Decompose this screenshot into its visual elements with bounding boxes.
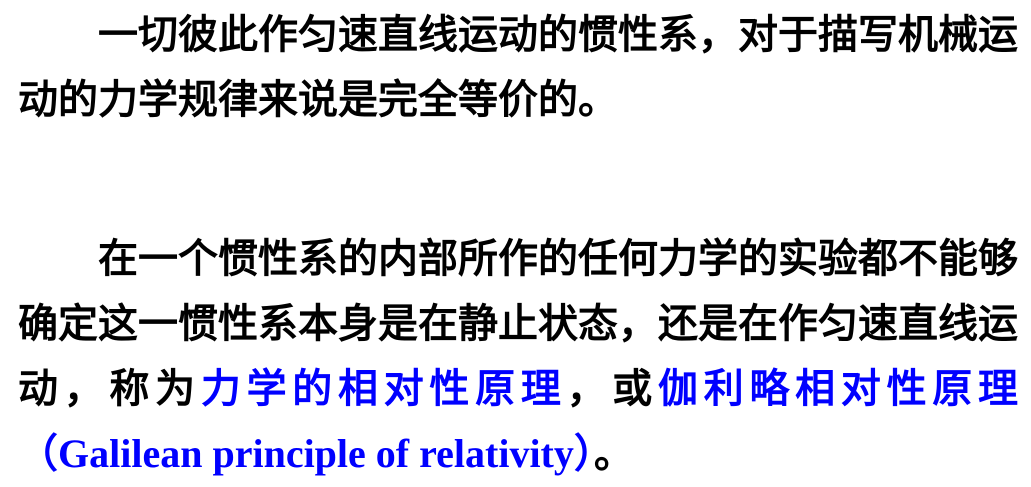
paragraph-relativity-principle: 在一个惯性系的内部所作的任何力学的实验都不能够确定这一惯性系本身是在静止状态，还… <box>18 226 1018 486</box>
separator-or: ，或 <box>566 365 659 412</box>
paren-close: ） <box>573 430 594 477</box>
paren-open: （ <box>18 430 58 477</box>
term-mechanical-relativity-principle: 力学的相对性原理 <box>200 365 567 412</box>
sentence-end-period: 。 <box>593 430 634 477</box>
term-english-galilean-principle: Galilean principle of relativity <box>58 431 574 476</box>
paragraph-1-text: 一切彼此作匀速直线运动的惯性系，对于描写机械运动的力学规律来说是完全等价的。 <box>18 11 1018 123</box>
paragraph-inertial-frames-equivalence: 一切彼此作匀速直线运动的惯性系，对于描写机械运动的力学规律来说是完全等价的。 <box>18 2 1018 132</box>
slide-page: 一切彼此作匀速直线运动的惯性系，对于描写机械运动的力学规律来说是完全等价的。 在… <box>0 0 1031 487</box>
term-galilean-relativity-principle: 伽利略相对性原理 <box>658 365 1019 412</box>
